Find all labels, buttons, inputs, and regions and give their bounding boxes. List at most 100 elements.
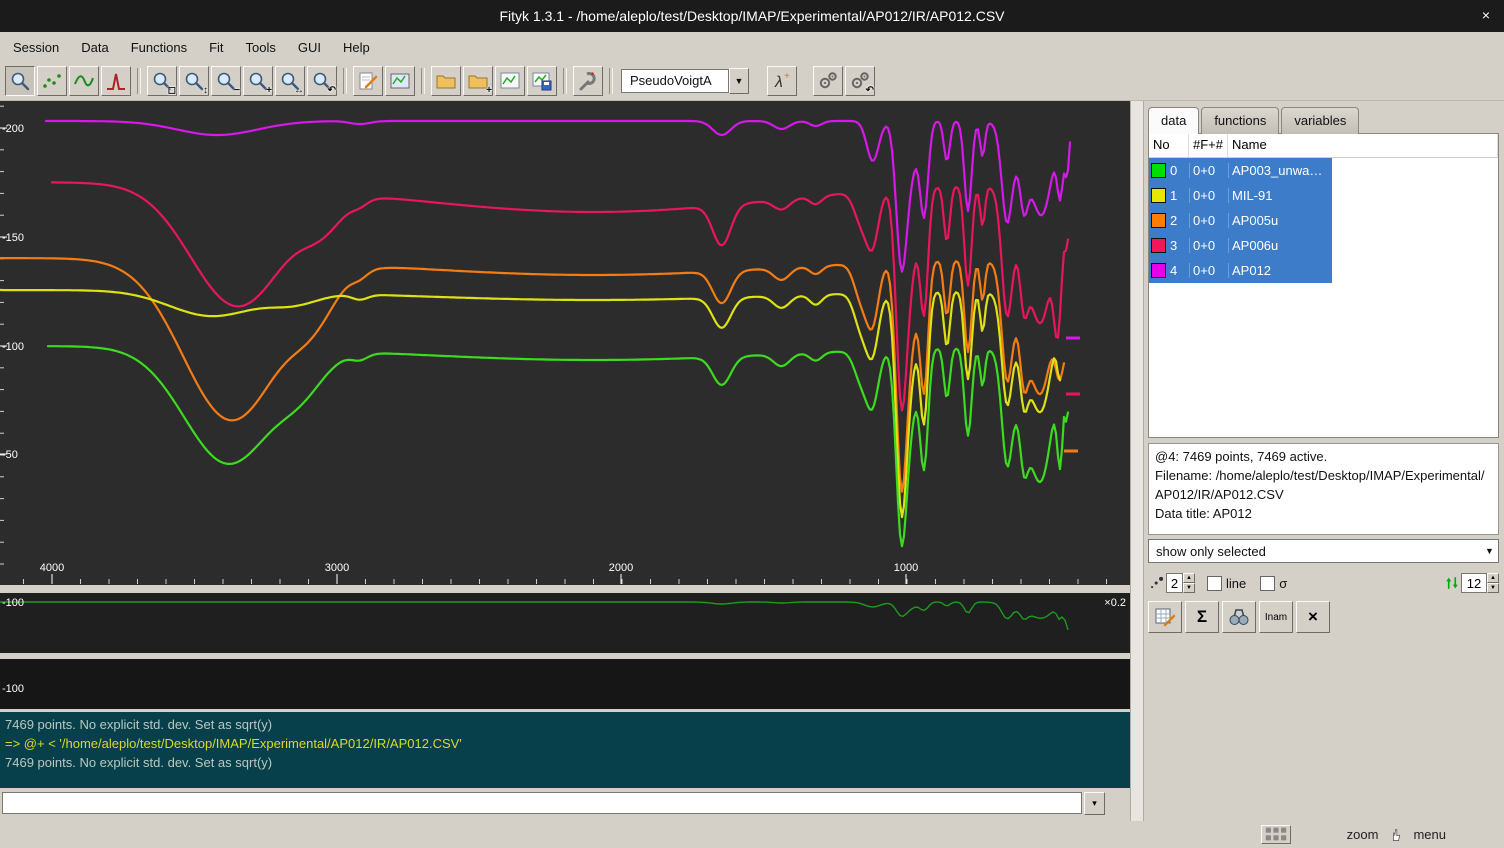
zoom-all-icon: ◻ xyxy=(151,70,173,92)
load-data-custom-icon: + xyxy=(467,70,489,92)
edit-data-button[interactable] xyxy=(1148,601,1182,633)
inspect-button[interactable] xyxy=(1222,601,1256,633)
zoom-x-icon: ↔ xyxy=(279,70,301,92)
dataset-name: AP003_unwa… xyxy=(1228,163,1332,178)
sigma-checkbox[interactable] xyxy=(1260,576,1275,591)
tab-variables[interactable]: variables xyxy=(1281,107,1359,134)
script-editor-button[interactable] xyxy=(353,66,383,96)
data-plot-button[interactable] xyxy=(495,66,525,96)
rename-button[interactable]: Inam xyxy=(1259,601,1293,633)
menu-data[interactable]: Data xyxy=(70,35,119,60)
info-line: Filename: /home/aleplo/test/Desktop/IMAP… xyxy=(1155,466,1492,485)
show-only-selected-select[interactable]: show only selected ▼ xyxy=(1148,539,1499,563)
sum-button[interactable]: Σ xyxy=(1185,601,1219,633)
svg-text:λ: λ xyxy=(774,74,783,91)
mode-add-peak-button[interactable] xyxy=(101,66,131,96)
line-checkbox[interactable] xyxy=(1207,576,1222,591)
output-console: 7469 points. No explicit std. dev. Set a… xyxy=(0,712,1130,788)
shift-up-icon[interactable]: ▲ xyxy=(1487,573,1499,583)
zoom-x-button[interactable]: ↔ xyxy=(275,66,305,96)
zoom-in-button[interactable]: + xyxy=(243,66,273,96)
svg-text:-150: -150 xyxy=(2,232,24,244)
mode-background-button[interactable] xyxy=(69,66,99,96)
console-line: 7469 points. No explicit std. dev. Set a… xyxy=(5,715,1125,734)
load-data-button[interactable] xyxy=(431,66,461,96)
menu-session[interactable]: Session xyxy=(2,35,70,60)
dataset-name: AP012 xyxy=(1228,263,1332,278)
console-line: 7469 points. No explicit std. dev. Set a… xyxy=(5,753,1125,772)
table-row[interactable]: 00+0AP003_unwa… xyxy=(1149,158,1332,183)
command-input[interactable] xyxy=(2,792,1082,814)
function-type-value: PseudoVoigtA xyxy=(621,69,729,93)
shift-updown-icon[interactable] xyxy=(1443,574,1461,592)
edit-data-icon xyxy=(1154,606,1176,628)
table-row[interactable]: 30+0AP006u xyxy=(1149,233,1332,258)
dataset-number: 0 xyxy=(1170,163,1177,178)
add-function-button[interactable]: λ+ xyxy=(767,66,797,96)
image-frame-button[interactable] xyxy=(385,66,415,96)
column-header[interactable]: #F+# xyxy=(1189,134,1228,157)
fityk-window: Fityk 1.3.1 - /home/aleplo/test/Desktop/… xyxy=(0,0,1504,847)
zoom-vertical-icon: ↕ xyxy=(183,70,205,92)
menubar: SessionDataFunctionsFitToolsGUIHelp xyxy=(0,32,1504,62)
column-header[interactable]: No xyxy=(1149,134,1189,157)
menu-help[interactable]: Help xyxy=(332,35,381,60)
zoom-in-icon: + xyxy=(247,70,269,92)
input-history-button[interactable]: ▾ xyxy=(1084,792,1105,815)
aux-plot-2[interactable]: -100 xyxy=(0,659,1130,709)
menu-functions[interactable]: Functions xyxy=(120,35,198,60)
mode-data-range-button[interactable] xyxy=(37,66,67,96)
delete-button[interactable]: × xyxy=(1296,601,1330,633)
save-image-button[interactable] xyxy=(527,66,557,96)
info-line: AP012/IR/AP012.CSV xyxy=(1155,485,1492,504)
aux-plot-1[interactable]: -100 ×0.2 xyxy=(0,593,1130,653)
table-row[interactable]: 40+0AP012 xyxy=(1149,258,1332,283)
color-swatch xyxy=(1151,238,1166,253)
toolbar-separator xyxy=(563,68,567,94)
shift-down-icon[interactable]: ▼ xyxy=(1487,583,1499,593)
fit-undo-button[interactable]: ↶ xyxy=(845,66,875,96)
dataset-info: @4: 7469 points, 7469 active.Filename: /… xyxy=(1148,443,1499,535)
table-body: 00+0AP003_unwa…10+0MIL-9120+0AP005u30+0A… xyxy=(1149,158,1498,283)
load-data-icon xyxy=(435,70,457,92)
point-size-input[interactable] xyxy=(1166,573,1183,593)
zoom-all-button[interactable]: ◻ xyxy=(147,66,177,96)
fit-run-icon xyxy=(817,70,839,92)
column-header[interactable]: Name xyxy=(1228,134,1498,157)
svg-text:-200: -200 xyxy=(2,123,24,135)
point-size-down-icon[interactable]: ▼ xyxy=(1183,583,1195,593)
tab-functions[interactable]: functions xyxy=(1201,107,1279,134)
main-plot[interactable]: 4000300020001000-200-150-100-50 xyxy=(0,101,1130,585)
load-data-custom-button[interactable]: + xyxy=(463,66,493,96)
data-transform-button[interactable]: * xyxy=(573,66,603,96)
status-grid-icon[interactable] xyxy=(1261,825,1291,844)
zoom-out-icon: − xyxy=(215,70,237,92)
fit-run-button[interactable] xyxy=(813,66,843,96)
splitter[interactable] xyxy=(1130,101,1144,821)
color-swatch xyxy=(1151,163,1166,178)
svg-text:+: + xyxy=(784,71,790,82)
tab-data[interactable]: data xyxy=(1148,107,1199,134)
table-row[interactable]: 20+0AP005u xyxy=(1149,208,1332,233)
mode-zoom-button[interactable] xyxy=(5,66,35,96)
chevron-down-icon[interactable]: ▼ xyxy=(729,68,749,94)
table-row[interactable]: 10+0MIL-91 xyxy=(1149,183,1332,208)
toolbar-separator xyxy=(609,68,613,94)
zoom-previous-button[interactable]: ↶ xyxy=(307,66,337,96)
zoom-vertical-button[interactable]: ↕ xyxy=(179,66,209,96)
svg-text:1000: 1000 xyxy=(894,562,918,574)
data-transform-icon: * xyxy=(577,70,599,92)
menu-tools[interactable]: Tools xyxy=(235,35,287,60)
menu-gui[interactable]: GUI xyxy=(287,35,332,60)
color-swatch xyxy=(1151,188,1166,203)
dataset-number: 2 xyxy=(1170,213,1177,228)
shift-input[interactable] xyxy=(1461,573,1487,593)
close-icon[interactable]: × xyxy=(1482,7,1490,23)
zoom-out-button[interactable]: − xyxy=(211,66,241,96)
color-swatch xyxy=(1151,263,1166,278)
point-size-up-icon[interactable]: ▲ xyxy=(1183,573,1195,583)
toolbar: ◻↕−+↔↶+*PseudoVoigtA▼λ+↶ xyxy=(0,62,1504,101)
menu-fit[interactable]: Fit xyxy=(198,35,234,60)
function-type-select[interactable]: PseudoVoigtA▼ xyxy=(621,68,749,94)
dataset-number: 1 xyxy=(1170,188,1177,203)
